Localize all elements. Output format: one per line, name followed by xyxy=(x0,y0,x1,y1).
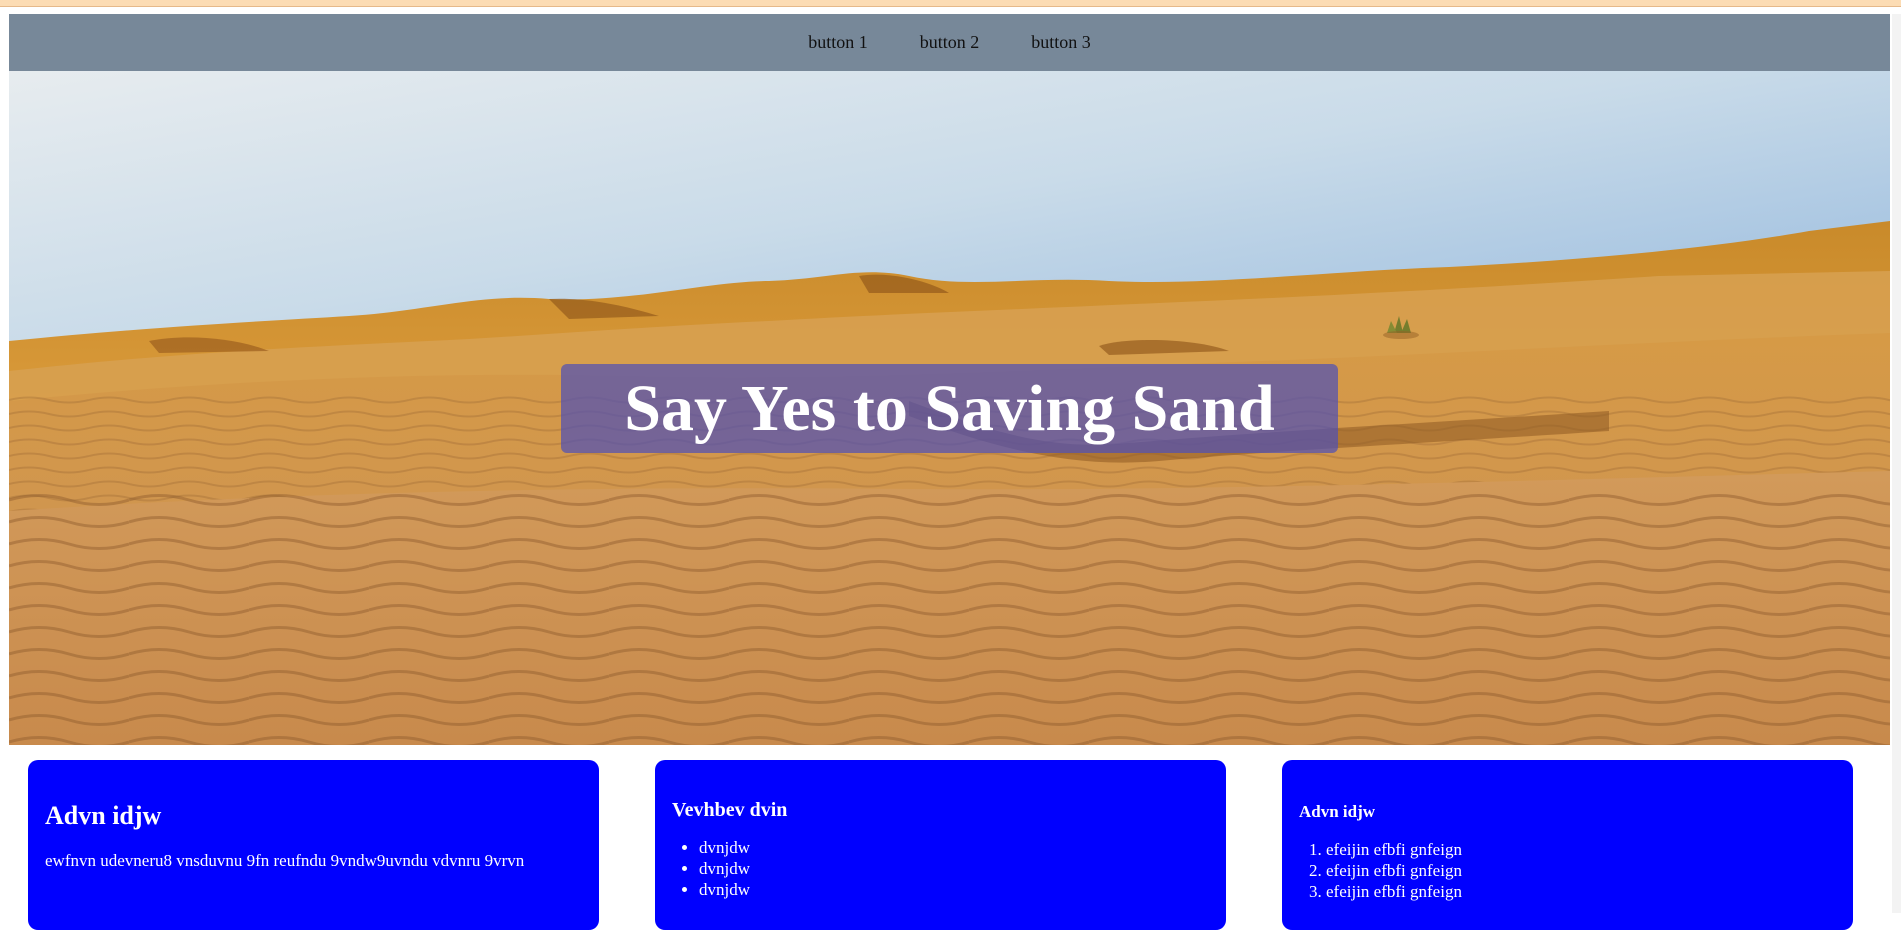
card-1-heading: Advn idjw xyxy=(45,801,162,830)
nav-button-1[interactable]: button 1 xyxy=(808,32,868,53)
card-3-list: efeijin efbfi gnfeign efeijin efbfi gnfe… xyxy=(1299,839,1836,902)
list-item: dvnjdw xyxy=(699,837,1209,858)
list-item: efeijin efbfi gnfeign xyxy=(1326,839,1836,860)
vertical-scrollbar[interactable] xyxy=(1892,14,1901,913)
list-item: dvnjdw xyxy=(699,858,1209,879)
hero-title-box: Say Yes to Saving Sand xyxy=(561,364,1338,453)
nav-button-2[interactable]: button 2 xyxy=(920,32,980,53)
hero-banner: Say Yes to Saving Sand xyxy=(9,71,1890,745)
list-item: efeijin efbfi gnfeign xyxy=(1326,881,1836,902)
navbar: button 1 button 2 button 3 xyxy=(9,14,1890,71)
info-card-2: Vevhbev dvin dvnjdw dvnjdw dvnjdw xyxy=(655,760,1226,930)
card-3-heading: Advn idjw xyxy=(1299,802,1376,821)
info-card-3: Advn idjw efeijin efbfi gnfeign efeijin … xyxy=(1282,760,1853,930)
browser-top-strip xyxy=(0,0,1901,7)
nav-button-3[interactable]: button 3 xyxy=(1031,32,1091,53)
card-1-text: ewfnvn udevneru8 vnsduvnu 9fn reufndu 9v… xyxy=(45,851,525,870)
info-card-1: Advn idjw ewfnvn udevneru8 vnsduvnu 9fn … xyxy=(28,760,599,930)
list-item: dvnjdw xyxy=(699,879,1209,900)
card-2-heading: Vevhbev dvin xyxy=(672,799,788,821)
hero-title: Say Yes to Saving Sand xyxy=(624,371,1275,445)
card-2-list: dvnjdw dvnjdw dvnjdw xyxy=(672,837,1209,900)
list-item: efeijin efbfi gnfeign xyxy=(1326,860,1836,881)
